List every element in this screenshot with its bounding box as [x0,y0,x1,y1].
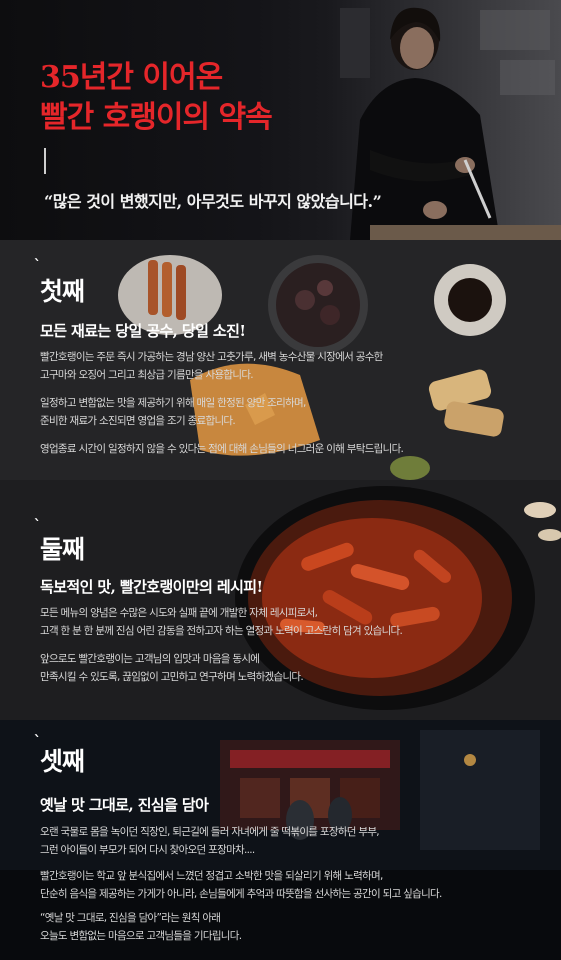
section-subheading: 모든 재료는 당일 공수, 당일 소진! [40,322,246,340]
section-heading: 첫째 [40,277,85,306]
section-first: ` 첫째 모든 재료는 당일 공수, 당일 소진! 빨간호랭이는 주문 즉시 가… [0,240,561,480]
section-subheading: 독보적인 맛, 빨간호랭이만의 레시피! [40,578,263,596]
hero-title-line2: 빨간 호랭이의 약속 [40,100,273,135]
hero-banner: 35년간 이어온 빨간 호랭이의 약속 “많은 것이 변했지만, 아무것도 바꾸… [0,0,561,240]
paragraph: 영업종료 시간이 일정하지 않을 수 있다는 점에 대해 손님들의 너그러운 이… [40,443,404,455]
paragraph: 모든 메뉴의 양념은 수많은 시도와 실패 끝에 개발한 자체 레시피로서, 고… [40,607,403,637]
hero-title-line1: 35년간 이어온 [40,60,223,95]
section-heading: 셋째 [40,747,85,776]
paragraph: 빨간호랭이는 학교 앞 분식집에서 느꼈던 정겹고 소박한 맛을 되살리기 위해… [40,870,442,900]
section-third: ` 셋째 옛날 맛 그대로, 진심을 담아 오랜 국물로 몸을 녹이던 직장인,… [0,720,561,960]
section-heading: 둘째 [40,535,85,564]
paragraph: 오랜 국물로 몸을 녹이던 직장인, 퇴근길에 들러 자녀에게 줄 떡볶이를 포… [40,826,380,856]
paragraph: 일정하고 변함없는 맛을 제공하기 위해 매일 한정된 양만 조리하며, 준비한… [40,397,306,427]
hero-quote: “많은 것이 변했지만, 아무것도 바꾸지 않았습니다.” [44,192,382,211]
paragraph: 빨간호랭이는 주문 즉시 가공하는 경남 양산 고춧가루, 새벽 농수산물 시장… [40,351,383,381]
section-subheading: 옛날 맛 그대로, 진심을 담아 [40,796,209,814]
paragraph: 앞으로도 빨간호랭이는 고객님의 입맛과 마음을 동시에 만족시킬 수 있도록,… [40,653,304,683]
divider [44,148,46,174]
paragraph: “옛날 맛 그대로, 진심을 담아”라는 원칙 아래 오늘도 변함없는 마음으로… [40,912,242,942]
section-second: ` 둘째 독보적인 맛, 빨간호랭이만의 레시피! 모든 메뉴의 양념은 수많은… [0,480,561,720]
